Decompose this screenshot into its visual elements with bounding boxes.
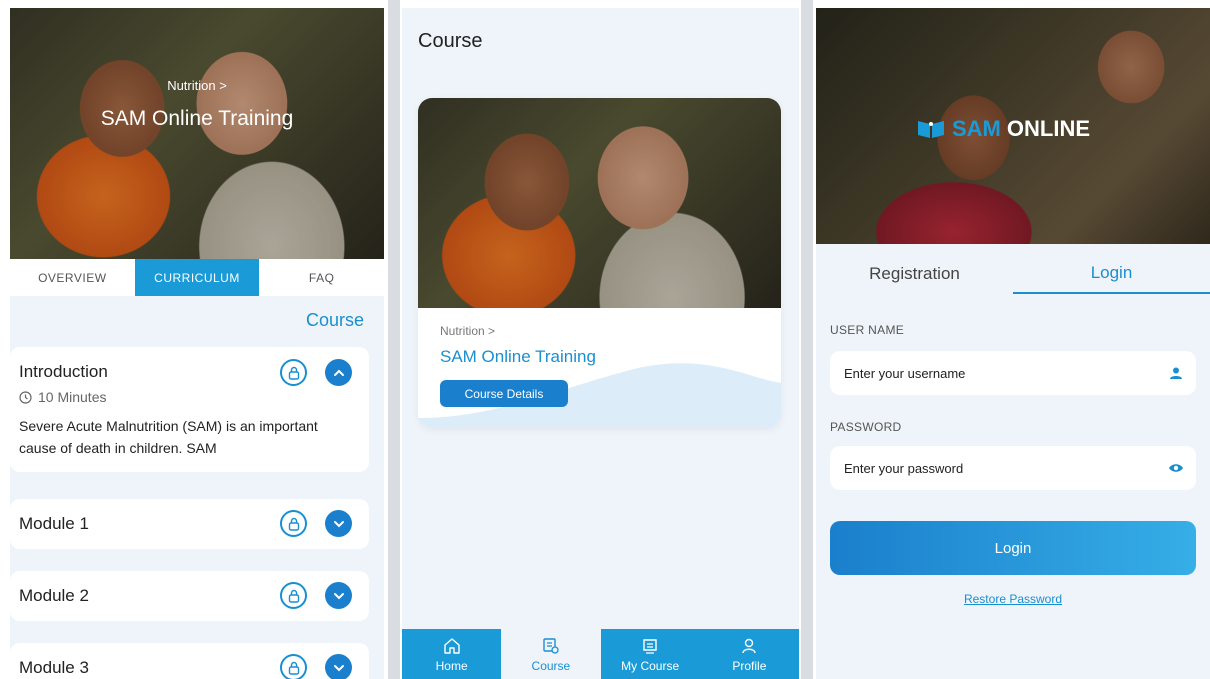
nav-label: Profile: [732, 659, 767, 673]
restore-password-link[interactable]: Restore Password: [816, 592, 1210, 606]
expand-button[interactable]: [325, 510, 352, 537]
tab-curriculum[interactable]: CURRICULUM: [134, 259, 260, 296]
intro-description: Severe Acute Malnutrition (SAM) is an im…: [19, 418, 318, 456]
module-card[interactable]: Module 3: [10, 643, 369, 679]
lock-icon: [288, 366, 299, 380]
lock-icon: [288, 517, 299, 531]
curriculum-screen: Nutrition > SAM Online Training OVERVIEW…: [10, 8, 384, 679]
tab-faq[interactable]: FAQ: [259, 259, 384, 296]
book-logo-icon: [918, 121, 944, 138]
lock-icon: [288, 661, 299, 675]
course-details-button[interactable]: Course Details: [440, 380, 568, 407]
user-icon: [1168, 365, 1184, 381]
page-title: Course: [418, 30, 483, 52]
lock-button[interactable]: [280, 654, 307, 679]
chevron-down-icon: [333, 664, 344, 671]
course-breadcrumb: Nutrition >: [440, 324, 496, 338]
nav-profile[interactable]: Profile: [699, 629, 799, 679]
nav-my-course[interactable]: My Course: [600, 629, 700, 679]
chevron-down-icon: [333, 592, 344, 599]
username-label: USER NAME: [830, 323, 905, 337]
nav-label: Home: [435, 659, 468, 673]
intro-duration: 10 Minutes: [19, 389, 106, 405]
hero-photo: [10, 8, 384, 259]
login-button[interactable]: Login: [830, 521, 1196, 575]
auth-tabs: Registration Login: [816, 254, 1210, 294]
brand-logo: SAM ONLINE: [916, 116, 1090, 142]
my-course-icon: [643, 639, 657, 654]
module-title: Module 1: [19, 514, 89, 533]
nav-label: Course: [531, 659, 571, 673]
tab-login[interactable]: Login: [1013, 254, 1210, 294]
chevron-up-icon: [333, 369, 344, 376]
password-label: PASSWORD: [830, 420, 902, 434]
lock-icon: [288, 589, 299, 603]
nav-home[interactable]: Home: [402, 629, 502, 679]
hero-title: SAM Online Training: [100, 107, 294, 130]
module-card[interactable]: Module 1: [10, 499, 369, 549]
username-input[interactable]: [830, 351, 1196, 395]
collapse-button[interactable]: [325, 359, 352, 386]
profile-icon: [742, 638, 757, 654]
home-icon: [443, 638, 460, 654]
course-link[interactable]: Course: [306, 310, 364, 331]
clock-icon: [19, 390, 32, 404]
brand-sam: SAM: [952, 116, 1001, 141]
course-icon: [543, 638, 559, 654]
course-title[interactable]: SAM Online Training: [440, 347, 596, 367]
brand-online: ONLINE: [1006, 116, 1091, 141]
panel-divider: [801, 0, 813, 679]
module-card[interactable]: Module 2: [10, 571, 369, 621]
nav-label: My Course: [621, 659, 680, 673]
tab-overview[interactable]: OVERVIEW: [10, 259, 135, 296]
expand-button[interactable]: [325, 654, 352, 679]
panel-divider: [388, 0, 400, 679]
hero-breadcrumb[interactable]: Nutrition >: [10, 78, 384, 93]
login-screen: SAM ONLINE Registration Login USER NAME …: [816, 8, 1210, 679]
tab-bar: OVERVIEW CURRICULUM FAQ: [10, 259, 384, 296]
intro-card: Introduction 10 Minutes Severe Acute Mal…: [10, 347, 369, 472]
lock-button[interactable]: [280, 582, 307, 609]
intro-title: Introduction: [19, 362, 108, 381]
duration-text: 10 Minutes: [38, 389, 107, 405]
expand-button[interactable]: [325, 582, 352, 609]
module-title: Module 2: [19, 586, 89, 605]
eye-icon[interactable]: [1168, 460, 1184, 476]
course-card[interactable]: Nutrition > SAM Online Training Course D…: [418, 98, 781, 428]
chevron-down-icon: [333, 520, 344, 527]
course-screen: Course Nutrition > SAM Online Training C…: [402, 8, 799, 679]
tab-registration[interactable]: Registration: [816, 254, 1013, 294]
password-input[interactable]: [830, 446, 1196, 490]
bottom-nav: Home Course My Course Profile: [402, 629, 799, 679]
nav-course[interactable]: Course: [501, 629, 601, 679]
course-photo: [418, 98, 781, 308]
module-title: Module 3: [19, 658, 89, 677]
lock-button[interactable]: [280, 510, 307, 537]
lock-button[interactable]: [280, 359, 307, 386]
